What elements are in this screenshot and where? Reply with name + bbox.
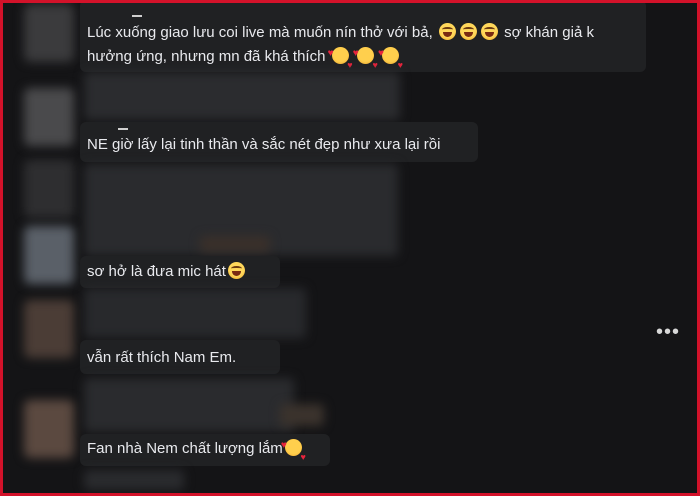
comment-list: Lúc xuống giao lưu coi live mà muốn nín … (80, 0, 660, 496)
blurred-content (280, 404, 324, 426)
comment-text-line: sợ khán giả k (504, 24, 594, 41)
grinning-sweat-emoji (459, 23, 477, 40)
avatar[interactable] (24, 160, 74, 218)
grinning-sweat-emoji (480, 23, 498, 40)
name-underline (118, 128, 128, 130)
comment-text-line: sơ hở là đưa mic hát (87, 263, 226, 280)
avatar[interactable] (24, 400, 74, 458)
smiling-face-with-hearts-emoji (328, 42, 353, 77)
avatar[interactable] (24, 226, 74, 284)
grinning-sweat-emoji (438, 23, 456, 40)
comment-text-line: hưởng ứng, nhưng mn đã khá thích (87, 48, 326, 65)
comment-bubble: sơ hở là đưa mic hát (80, 256, 280, 288)
comment-text: Lúc xuống giao lưu coi live mà muốn nín … (87, 21, 594, 45)
avatar[interactable] (24, 88, 74, 146)
smiling-face-with-hearts-emoji (378, 42, 403, 77)
comment-bubble: vẫn rất thích Nam Em. (80, 340, 280, 374)
comment-text: vẫn rất thích Nam Em. (87, 349, 237, 366)
blurred-content (200, 236, 270, 252)
comment-text: NE giờ lấy lại tinh thần và sắc nét đẹp … (87, 136, 441, 153)
comment-bubble: NE giờ lấy lại tinh thần và sắc nét đẹp … (80, 122, 478, 162)
grinning-sweat-emoji (227, 262, 245, 279)
comment-text: hưởng ứng, nhưng mn đã khá thích (87, 42, 403, 77)
smiling-face-with-hearts-emoji (281, 434, 306, 469)
comment-text-line: Fan nhà Nem chất lượng lắm (87, 440, 283, 457)
blurred-content (84, 378, 294, 432)
name-underline (132, 15, 142, 17)
avatar[interactable] (24, 4, 74, 62)
smiling-face-with-hearts-emoji (353, 42, 378, 77)
avatar[interactable] (24, 300, 74, 358)
comment-text-line: Lúc xuống giao lưu coi live mà muốn nín … (87, 24, 433, 41)
comment-bubble: Fan nhà Nem chất lượng lắm (80, 434, 330, 469)
comment-text: Fan nhà Nem chất lượng lắm (87, 434, 306, 469)
blurred-content (84, 288, 306, 338)
more-options-icon[interactable]: ••• (656, 322, 680, 345)
comment-bubble: Lúc xuống giao lưu coi live mà muốn nín … (80, 0, 646, 77)
comment-text: sơ hở là đưa mic hát (87, 260, 247, 284)
avatar-column (18, 0, 76, 496)
blurred-content (84, 72, 400, 120)
blurred-content (84, 470, 184, 490)
